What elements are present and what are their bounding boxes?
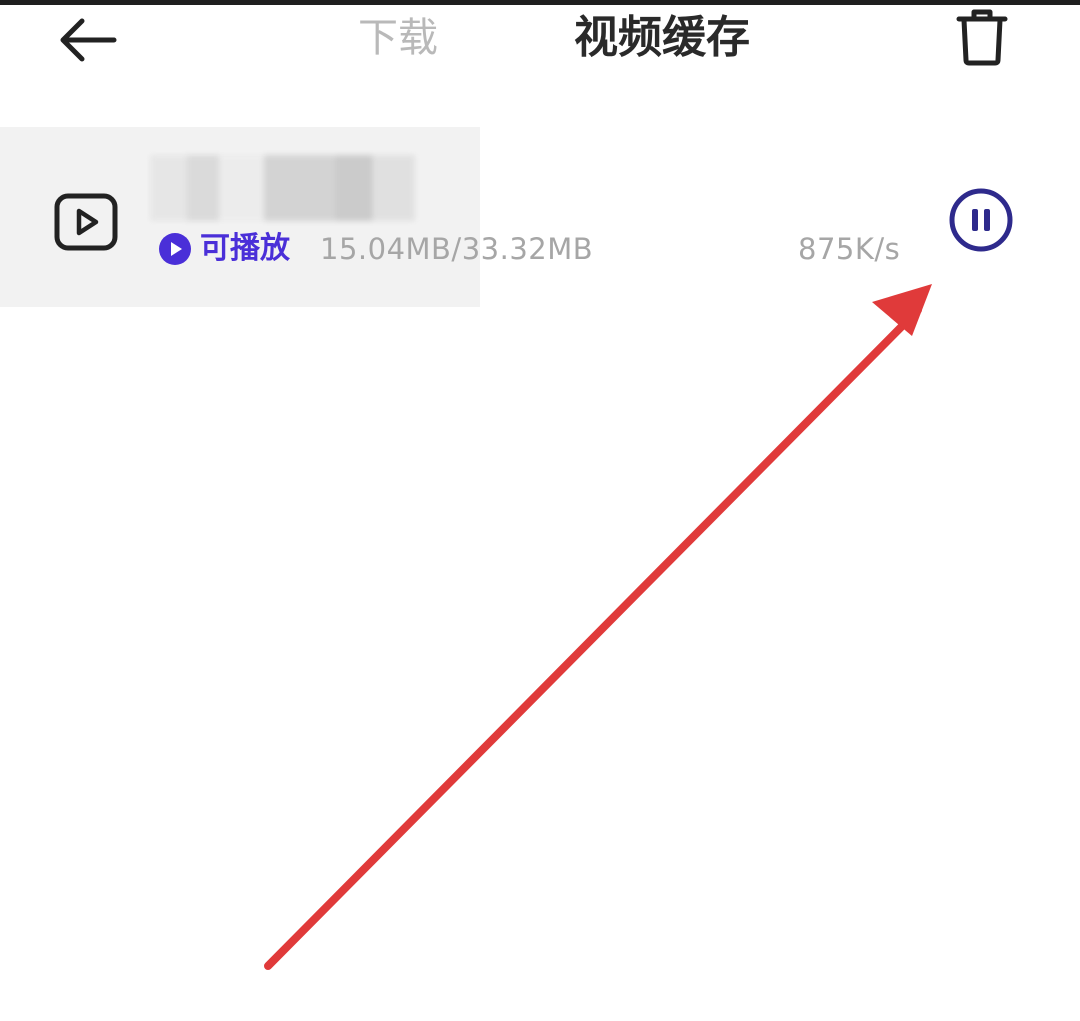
download-speed: 875K/s: [798, 232, 901, 266]
video-play-icon: [54, 193, 118, 251]
video-cache-screen: 下载 视频缓存 可播放 15.04MB/33.32MB 875K/s: [0, 0, 1080, 1021]
file-size-progress: 15.04MB/33.32MB: [320, 232, 594, 266]
pause-button[interactable]: [948, 187, 1014, 253]
video-title-redacted: [150, 155, 415, 221]
pause-icon: [949, 188, 1013, 252]
tab-video-cache[interactable]: 视频缓存: [574, 10, 750, 66]
delete-button[interactable]: [950, 4, 1014, 70]
status-label: 可播放: [200, 231, 290, 266]
back-button[interactable]: [52, 10, 122, 70]
play-circle-icon: [159, 233, 191, 265]
trash-icon: [956, 9, 1008, 66]
download-list-item[interactable]: 可播放 15.04MB/33.32MB 875K/s: [0, 127, 1080, 307]
arrow-left-icon: [60, 18, 117, 62]
header-bar: 下载 视频缓存: [0, 0, 1080, 90]
status-badge: 可播放: [158, 227, 290, 271]
tab-download[interactable]: 下载: [358, 12, 438, 64]
